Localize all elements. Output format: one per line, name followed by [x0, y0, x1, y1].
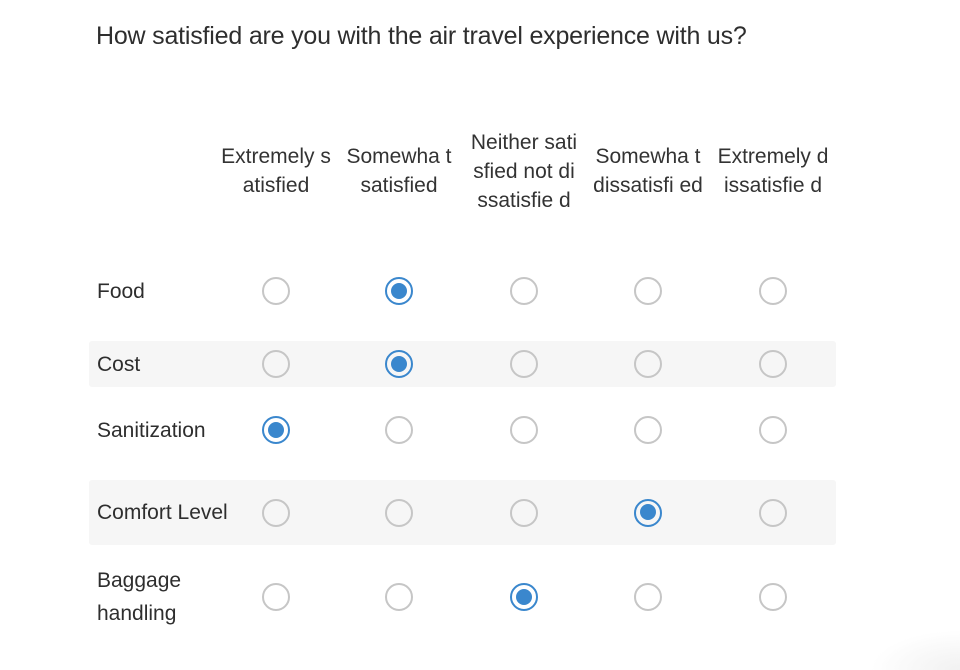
corner-shadow [870, 630, 960, 670]
matrix-row-comfort-level: Comfort Level [89, 480, 836, 545]
radio-neither-satisfied-not-dissatisfied[interactable] [510, 498, 538, 527]
row-label: Food [97, 279, 145, 303]
matrix-row-cost: Cost [89, 341, 836, 387]
row-label: Comfort Level [97, 501, 228, 524]
radio-somewhat-satisfied[interactable] [385, 498, 413, 527]
radio-somewhat-satisfied[interactable] [385, 583, 413, 611]
radio-extremely-satisfied[interactable] [262, 416, 290, 444]
radio-extremely-dissatisfied[interactable] [759, 583, 787, 611]
radio-somewhat-satisfied[interactable] [385, 416, 413, 444]
radio-somewhat-satisfied[interactable] [385, 277, 413, 305]
radio-neither-satisfied-not-dissatisfied[interactable] [510, 277, 538, 305]
row-label: Baggage handling [97, 569, 182, 625]
radio-extremely-dissatisfied[interactable] [759, 350, 787, 378]
column-header: Somewha t dissatisfi ed [593, 145, 703, 197]
matrix-row-sanitization: Sanitization [89, 402, 836, 458]
row-label: Sanitization [97, 418, 206, 442]
radio-somewhat-dissatisfied[interactable] [634, 277, 662, 305]
radio-somewhat-satisfied[interactable] [385, 350, 413, 378]
radio-neither-satisfied-not-dissatisfied[interactable] [510, 583, 538, 611]
radio-extremely-dissatisfied[interactable] [759, 498, 787, 527]
column-headers: Extremely satisfied Somewha t satisfied … [89, 96, 836, 246]
likert-matrix: Extremely satisfied Somewha t satisfied … [89, 96, 836, 625]
question-title: How satisfied are you with the air trave… [96, 22, 747, 50]
radio-somewhat-dissatisfied[interactable] [634, 583, 662, 611]
radio-somewhat-dissatisfied[interactable] [634, 416, 662, 444]
column-header: Extremely satisfied [221, 145, 331, 197]
row-label: Cost [97, 352, 141, 376]
matrix-row-food: Food [89, 260, 836, 322]
radio-extremely-satisfied[interactable] [262, 277, 290, 305]
radio-neither-satisfied-not-dissatisfied[interactable] [510, 416, 538, 444]
column-header: Somewha t satisfied [346, 145, 452, 197]
matrix-row-baggage-handling: Baggage handling [89, 564, 836, 630]
radio-extremely-dissatisfied[interactable] [759, 416, 787, 444]
radio-extremely-dissatisfied[interactable] [759, 277, 787, 305]
column-header: Extremely dissatisfie d [717, 145, 829, 197]
radio-somewhat-dissatisfied[interactable] [634, 498, 662, 527]
radio-extremely-satisfied[interactable] [262, 498, 290, 527]
radio-extremely-satisfied[interactable] [262, 583, 290, 611]
radio-neither-satisfied-not-dissatisfied[interactable] [510, 350, 538, 378]
radio-somewhat-dissatisfied[interactable] [634, 350, 662, 378]
column-header: Neither satisfied not dissatisfie d [470, 130, 578, 212]
radio-extremely-satisfied[interactable] [262, 350, 290, 378]
